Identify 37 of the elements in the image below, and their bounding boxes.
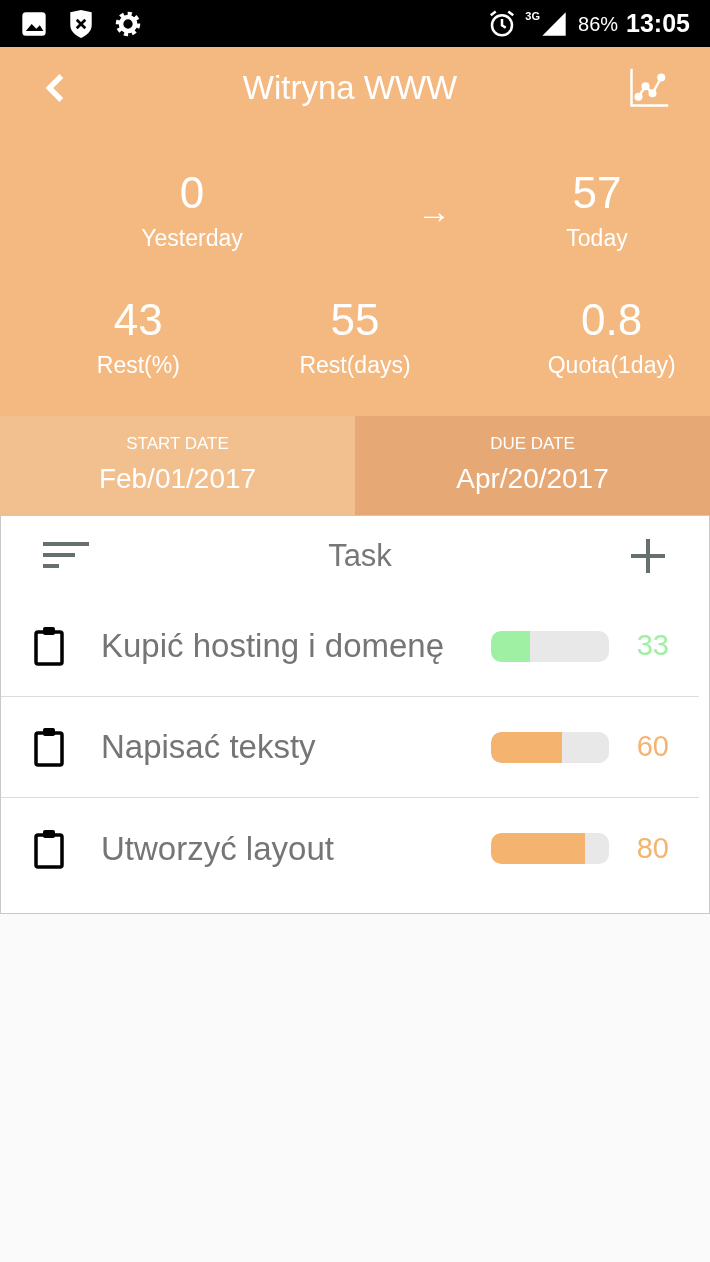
clipboard-icon [33,727,65,767]
date-value: Feb/01/2017 [98,462,257,497]
shield-icon [68,8,94,39]
image-icon [20,9,48,38]
arrow: → [417,190,451,232]
add-button[interactable] [629,537,667,575]
clipboard-icon [33,626,65,666]
yesterday-label: Yesterday [141,224,243,253]
task-name: Utworzyć layout [101,828,335,869]
task-row[interactable]: Kupić hosting i domenę 33 [1,596,699,697]
stat-value: 43 [113,293,163,346]
progress-percent: 80 [635,830,669,866]
yesterday-count: 0 [179,167,205,219]
today-count: 57 [572,167,622,219]
task-name: Napisać teksty [101,727,317,768]
date-value: Apr/20/2017 [456,462,609,497]
task-heading: Task [328,536,392,575]
stat-label: Quota(1day) [547,350,676,380]
settings-icon [114,9,142,38]
task-name: Kupić hosting i domenę [101,626,446,667]
task-row[interactable]: Napisać teksty 60 [1,697,699,798]
stat-label: Rest(%) [96,350,180,380]
clipboard-icon [33,828,65,869]
stat-value: 55 [330,293,380,346]
battery-percent: 86% [578,11,619,37]
date-label: DUE DATE [490,432,575,455]
date-label: START DATE [126,432,229,455]
task-row[interactable]: Utworzyć layout 80 [1,798,699,899]
progress-percent: 60 [635,729,669,765]
clock: 13:05 [626,7,690,39]
progress-percent: 33 [635,628,669,664]
signal-icon [540,9,568,38]
stat-value: 0.8 [581,293,643,346]
today-label: Today [566,224,628,253]
stat-label: Rest(days) [299,350,411,380]
network-type: 3G [525,9,540,24]
page-title: Witryna WWW [242,68,458,109]
